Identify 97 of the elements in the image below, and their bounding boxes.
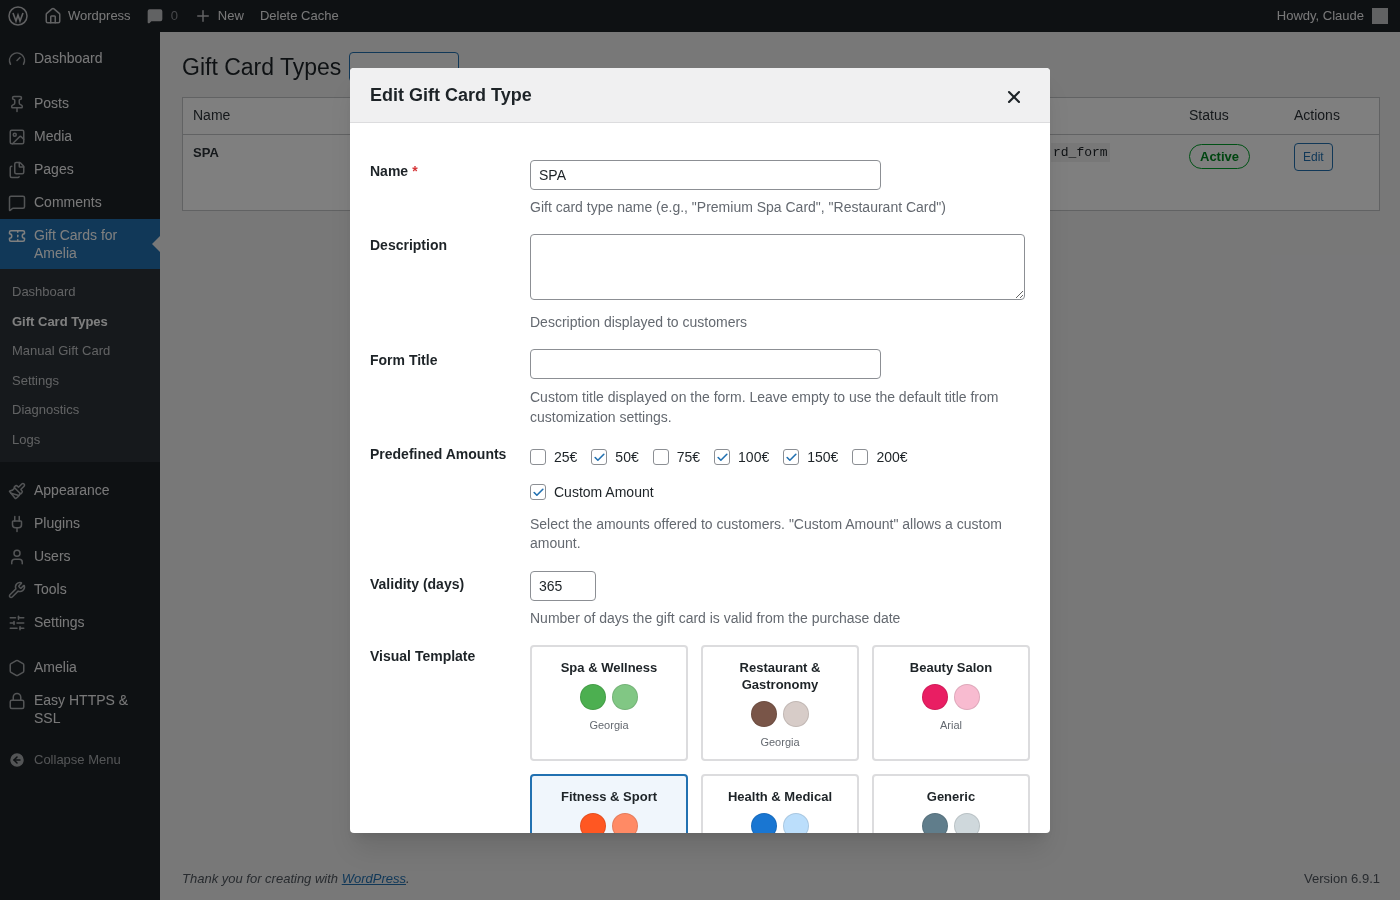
font-name: Georgia xyxy=(589,718,629,733)
submenu-item[interactable]: Manual Gift Card xyxy=(0,336,160,366)
template-name: Restaurant & Gastronomy xyxy=(738,659,822,693)
paintbrush-icon xyxy=(8,482,26,500)
amount-checkbox[interactable] xyxy=(714,449,731,465)
field-label: Predefined Amounts xyxy=(370,445,508,463)
sliders-icon xyxy=(8,614,26,632)
help-text: Number of days the gift card is valid from the purchase date xyxy=(530,609,902,627)
template-card[interactable]: Generic xyxy=(872,774,1030,833)
submenu-item[interactable]: Gift Card Types xyxy=(0,306,160,336)
description-input[interactable] xyxy=(530,234,1025,300)
help-text: Description displayed to customers xyxy=(530,313,749,331)
sidebar-item[interactable]: Users xyxy=(0,540,160,573)
checkbox-label: 75€ xyxy=(676,448,701,466)
amount-checkbox[interactable] xyxy=(652,449,669,465)
submenu-item[interactable]: Diagnostics xyxy=(0,395,160,425)
sidebar-item[interactable]: Easy HTTPS & SSL xyxy=(0,684,160,734)
checkbox-label: 150€ xyxy=(807,448,839,466)
custom-amount-checkbox[interactable] xyxy=(530,484,546,500)
lock-icon xyxy=(8,692,26,710)
sidebar-item[interactable]: Media xyxy=(0,120,160,153)
amount-checkbox[interactable] xyxy=(530,449,546,465)
name-input[interactable]: SPA xyxy=(530,160,881,190)
checkbox-label: 200€ xyxy=(876,448,908,466)
checkbox-label: Custom Amount xyxy=(554,483,654,501)
edit-button[interactable]: Edit xyxy=(1294,142,1333,171)
wordpress-logo-icon[interactable] xyxy=(8,6,28,26)
template-card[interactable]: Fitness & Sport xyxy=(530,774,688,833)
amount-checkbox[interactable] xyxy=(783,449,800,465)
sidebar-item[interactable]: Amelia xyxy=(0,651,160,684)
template-card[interactable]: Beauty Salon Arial xyxy=(872,645,1030,761)
footer-text: Thank you for creating with WordPress. xyxy=(182,869,410,888)
template-card[interactable]: Health & Medical xyxy=(701,774,859,833)
greeting[interactable]: Howdy, Claude xyxy=(1276,6,1364,26)
active-pointer-icon xyxy=(152,236,160,252)
submenu-item[interactable]: Dashboard xyxy=(0,277,160,307)
column-header: Actions xyxy=(1293,106,1341,125)
home-icon[interactable] xyxy=(44,7,62,25)
amount-checkbox[interactable] xyxy=(591,449,608,465)
required-mark: * xyxy=(412,162,418,180)
template-name: Generic xyxy=(926,788,976,805)
pin-icon xyxy=(8,95,26,113)
font-name: Georgia xyxy=(760,735,800,750)
submenu-item[interactable]: Settings xyxy=(0,365,160,395)
sidebar-item[interactable]: Plugins xyxy=(0,507,160,540)
field-label: Name xyxy=(370,162,409,180)
sidebar-item[interactable]: Comments xyxy=(0,186,160,219)
template-name: Health & Medical xyxy=(728,788,832,805)
hexagon-icon xyxy=(8,659,26,677)
template-card[interactable]: Restaurant & Gastronomy Georgia xyxy=(701,645,859,761)
page-title: Gift Card Types xyxy=(182,53,342,82)
field-label: Validity (days) xyxy=(370,575,466,593)
field-label: Form Title xyxy=(370,351,439,369)
help-text: Gift card type name (e.g., "Premium Spa Card", "Restaurant Card") xyxy=(530,198,947,216)
delete-cache-link[interactable]: Delete Cache xyxy=(259,6,339,26)
validity-input[interactable]: 365 xyxy=(530,571,596,601)
column-header: Name xyxy=(192,106,232,125)
sidebar-item[interactable]: Appearance xyxy=(0,474,160,507)
collapse-icon xyxy=(8,750,26,769)
sidebar-item[interactable]: Dashboard xyxy=(0,42,160,75)
template-card[interactable]: Spa & Wellness Georgia xyxy=(530,645,688,761)
image-icon xyxy=(8,128,26,146)
collapse-menu-button[interactable]: Collapse Menu xyxy=(0,746,160,774)
template-name: Spa & Wellness xyxy=(560,659,658,676)
version-text: Version 6.9.1 xyxy=(1304,869,1380,888)
speech-bubble-icon xyxy=(8,194,26,212)
dialog-title: Edit Gift Card Type xyxy=(370,83,532,107)
field-label: Visual Template xyxy=(370,647,477,665)
shortcode-text: rd_form xyxy=(1051,142,1110,162)
template-name: Fitness & Sport xyxy=(560,788,658,805)
new-link[interactable]: New xyxy=(217,6,244,26)
amount-checkbox[interactable] xyxy=(852,449,869,465)
sidebar-item[interactable]: Tools xyxy=(0,573,160,606)
template-name: Beauty Salon xyxy=(909,659,993,676)
submenu-item[interactable]: Logs xyxy=(0,424,160,454)
checkbox-label: 25€ xyxy=(554,448,578,466)
gauge-icon xyxy=(8,50,26,68)
form-title-input[interactable] xyxy=(530,349,881,379)
user-icon xyxy=(8,548,26,566)
column-header: Status xyxy=(1188,106,1230,125)
help-text: Custom title displayed on the form. Leave empty to use the default title from customization settings. xyxy=(530,388,1000,427)
sidebar-item[interactable]: Pages xyxy=(0,153,160,186)
pages-icon xyxy=(8,161,26,179)
sidebar-item[interactable]: Settings xyxy=(0,606,160,639)
wrench-icon xyxy=(8,581,26,599)
font-name: Arial xyxy=(940,718,962,733)
comment-icon[interactable] xyxy=(146,8,163,24)
wordpress-link[interactable]: WordPress xyxy=(341,870,406,886)
help-text: Select the amounts offered to customers. "Custom Amount" allows a custom amount. xyxy=(530,515,1003,553)
table-cell-text: SPA xyxy=(192,143,220,162)
site-link[interactable]: Wordpress xyxy=(68,6,131,26)
sidebar-item[interactable]: Posts xyxy=(0,87,160,120)
ticket-icon xyxy=(8,227,26,245)
checkbox-label: 50€ xyxy=(615,448,639,466)
field-label: Description xyxy=(370,236,448,254)
checkbox-label: 100€ xyxy=(738,448,770,466)
sidebar-item[interactable]: Gift Cards for Amelia xyxy=(0,219,160,269)
